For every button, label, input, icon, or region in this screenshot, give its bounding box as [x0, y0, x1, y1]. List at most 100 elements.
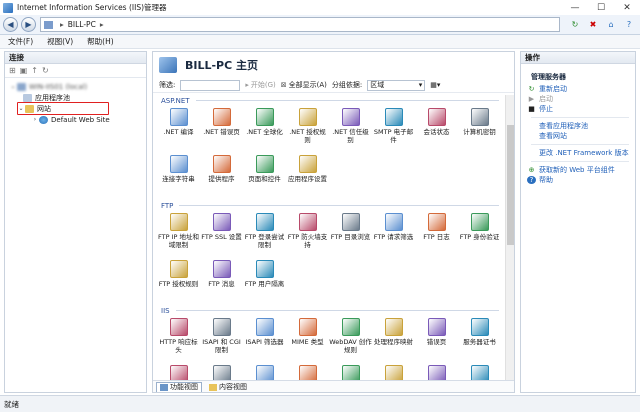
feature-label: HTTP 响应标头	[159, 338, 198, 354]
feature-label: FTP 消息	[208, 280, 235, 288]
feature-item[interactable]: 提供程序	[200, 153, 243, 200]
feature-item[interactable]: FTP 身份验证	[458, 211, 501, 258]
feature-item[interactable]: .NET 信任级别	[329, 106, 372, 153]
feature-item[interactable]: FTP 用户隔离	[243, 258, 286, 305]
up-icon[interactable]: ↑	[31, 66, 38, 75]
connect-icon[interactable]: ⊞	[9, 66, 16, 75]
group-by-select[interactable]: 区域 ▾	[367, 79, 426, 91]
feature-item[interactable]: 请求筛选	[329, 363, 372, 380]
feature-item[interactable]: .NET 全球化	[243, 106, 286, 153]
home-icon[interactable]: ⌂	[604, 18, 618, 31]
stop-action[interactable]: ■ 停止	[527, 104, 635, 114]
maximize-button[interactable]: ☐	[588, 0, 614, 15]
feature-group-header[interactable]: ASP.NET	[153, 95, 505, 106]
feature-item[interactable]: 会话状态	[415, 106, 458, 153]
menu-view[interactable]: 视图(V)	[47, 36, 73, 47]
feature-item[interactable]: 身份验证	[415, 363, 458, 380]
address-separator: ▸	[60, 20, 64, 29]
feature-item[interactable]: ISAPI 和 CGI 限制	[200, 316, 243, 363]
view-app-pools-link[interactable]: 查看应用程序池	[527, 121, 635, 131]
change-dotnet-link[interactable]: 更改 .NET Framework 版本	[527, 148, 635, 158]
tree-default-site[interactable]: › Default Web Site	[5, 114, 146, 125]
connections-pane: 连接 ⊞ ▣ ↑ ↻ ⌄ WIN-IIS01 (local) 应用程序池 ⌄ 网站…	[4, 51, 147, 393]
restart-action[interactable]: ↻ 重新启动	[527, 84, 635, 94]
feature-item[interactable]: .NET 授权规则	[286, 106, 329, 153]
feature-item[interactable]: 默认文档	[243, 363, 286, 380]
feature-item[interactable]: FTP 目录浏览	[329, 211, 372, 258]
start-button[interactable]: ▸ 开始(G)	[245, 80, 275, 90]
forward-button[interactable]: ▶	[21, 17, 36, 32]
feature-label: WebDAV 创作规则	[329, 338, 372, 354]
minimize-button[interactable]: —	[562, 0, 588, 15]
back-button[interactable]: ◀	[3, 17, 18, 32]
connections-tree: ⌄ WIN-IIS01 (local) 应用程序池 ⌄ 网站 › Default …	[5, 78, 146, 125]
menu-help[interactable]: 帮助(H)	[87, 36, 114, 47]
tab-content-view[interactable]: 内容视图	[206, 382, 250, 393]
feature-item[interactable]: MIME 类型	[286, 316, 329, 363]
feature-item[interactable]: FTP IP 地址和域限制	[157, 211, 200, 258]
vertical-scrollbar[interactable]	[505, 95, 514, 380]
feature-icon	[427, 108, 446, 126]
feature-item[interactable]: 计算机密钥	[458, 106, 501, 153]
feature-item[interactable]: FTP 防火墙支持	[286, 211, 329, 258]
feature-item[interactable]: SMTP 电子邮件	[372, 106, 415, 153]
feature-icon	[427, 318, 446, 336]
feature-icon	[212, 318, 231, 336]
address-segment-server[interactable]: BILL-PC	[68, 20, 96, 29]
feature-item[interactable]: FTP 登录尝试限制	[243, 211, 286, 258]
feature-item[interactable]: .NET 编译	[157, 106, 200, 153]
feature-item[interactable]: 工作进程	[157, 363, 200, 380]
stop-icon[interactable]: ✖	[586, 18, 600, 31]
feature-icon	[255, 108, 274, 126]
collapse-icon[interactable]: ›	[31, 116, 39, 123]
feature-item[interactable]: FTP 授权规则	[157, 258, 200, 305]
close-button[interactable]: ✕	[614, 0, 640, 15]
feature-item[interactable]: FTP 消息	[200, 258, 243, 305]
get-web-platform-link[interactable]: ⊕ 获取新的 Web 平台组件	[527, 165, 635, 175]
show-all-button[interactable]: ⊠ 全部显示(A)	[281, 80, 327, 90]
feature-item[interactable]: 模块	[200, 363, 243, 380]
feature-item[interactable]: HTTP 响应标头	[157, 316, 200, 363]
feature-group-header[interactable]: IIS	[153, 305, 505, 316]
filter-input[interactable]	[180, 79, 241, 91]
feature-item[interactable]: 页面和控件	[243, 153, 286, 200]
feature-item[interactable]: 服务器证书	[458, 316, 501, 363]
feature-item[interactable]: WebDAV 创作规则	[329, 316, 372, 363]
feature-icon	[470, 213, 489, 231]
feature-group-header[interactable]: FTP	[153, 200, 505, 211]
feature-item[interactable]: 日志	[372, 363, 415, 380]
feature-item[interactable]: .NET 错误页	[200, 106, 243, 153]
help-icon[interactable]: ?	[622, 18, 636, 31]
help-link[interactable]: ? 帮助	[527, 175, 635, 185]
menu-file[interactable]: 文件(F)	[8, 36, 33, 47]
window-title: Internet Information Services (IIS)管理器	[17, 3, 167, 12]
feature-item[interactable]: FTP 请求筛选	[372, 211, 415, 258]
refresh-tree-icon[interactable]: ↻	[42, 66, 49, 75]
feature-item[interactable]: 输出缓存	[458, 363, 501, 380]
tree-sites[interactable]: ⌄ 网站	[5, 102, 146, 115]
feature-item[interactable]: 连接字符串	[157, 153, 200, 200]
feature-label: FTP 日志	[423, 233, 450, 241]
feature-item[interactable]: 错误页	[415, 316, 458, 363]
start-action: ▶ 启动	[528, 95, 553, 103]
feature-label: 错误页	[426, 338, 447, 346]
feature-label: 处理程序映射	[374, 338, 413, 346]
feature-icon	[212, 213, 231, 231]
feature-item[interactable]: FTP 日志	[415, 211, 458, 258]
tree-server-node[interactable]: ⌄ WIN-IIS01 (local)	[5, 81, 146, 92]
address-box[interactable]: ▸ BILL-PC ▸	[40, 17, 560, 32]
refresh-icon[interactable]: ↻	[568, 18, 582, 31]
feature-label: 计算机密钥	[463, 128, 496, 136]
tab-features-view[interactable]: 功能视图	[156, 381, 202, 392]
feature-icon	[169, 213, 188, 231]
feature-item[interactable]: 目录浏览	[286, 363, 329, 380]
status-text: 就绪	[4, 399, 19, 409]
save-icon[interactable]: ▣	[20, 66, 28, 75]
view-mode-icon[interactable]: ▦▾	[430, 81, 440, 89]
view-sites-link[interactable]: 查看网站	[527, 131, 635, 141]
feature-item[interactable]: ISAPI 筛选器	[243, 316, 286, 363]
feature-item[interactable]: 处理程序映射	[372, 316, 415, 363]
feature-label: .NET 全球化	[246, 128, 283, 136]
feature-item[interactable]: FTP SSL 设置	[200, 211, 243, 258]
feature-item[interactable]: 应用程序设置	[286, 153, 329, 200]
